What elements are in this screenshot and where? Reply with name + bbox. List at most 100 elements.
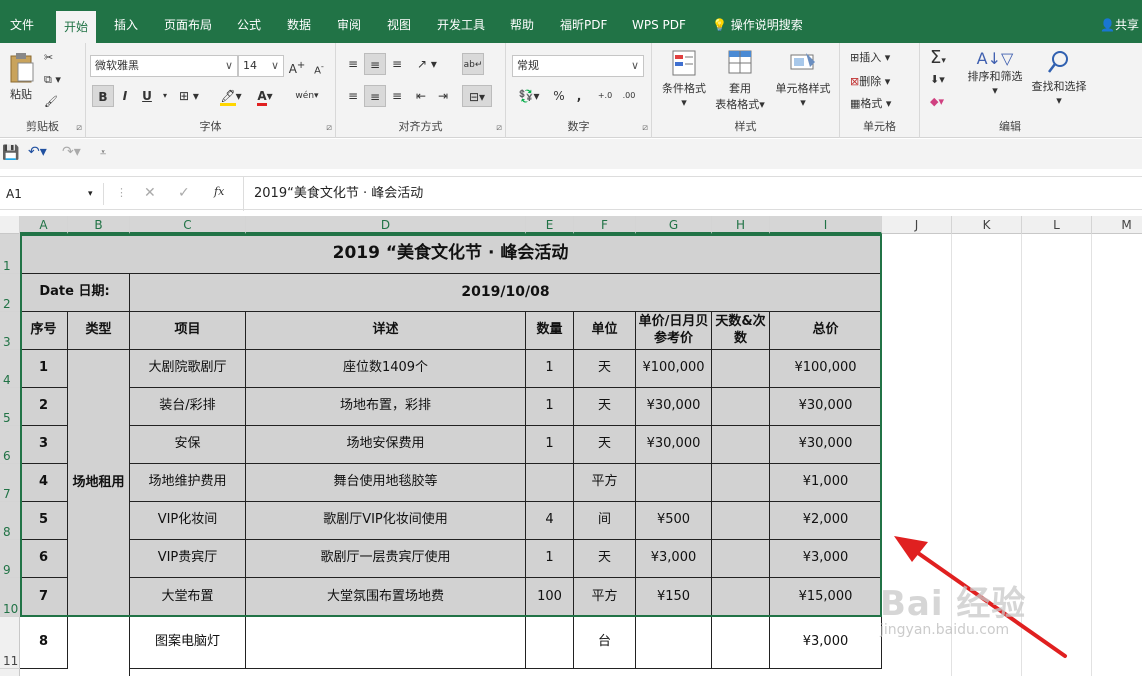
price-cell[interactable]: ¥150 — [636, 578, 712, 617]
qty-cell[interactable]: 100 — [526, 578, 574, 617]
header-cell[interactable]: 天数&次数 — [712, 312, 770, 350]
row-number-cell[interactable]: 5 — [20, 502, 68, 540]
underline-button[interactable]: U — [136, 85, 158, 107]
header-cell[interactable]: 单位 — [574, 312, 636, 350]
unit-cell[interactable]: 平方 — [574, 578, 636, 617]
font-launcher-icon[interactable]: ⧄ — [326, 123, 332, 133]
category-cell[interactable] — [68, 617, 130, 676]
copy-icon[interactable]: ⧉ ▾ — [44, 73, 61, 87]
desc-cell[interactable] — [246, 617, 526, 669]
days-cell[interactable] — [712, 464, 770, 502]
decrease-indent-icon[interactable]: ⇤ — [410, 85, 432, 107]
price-cell[interactable] — [636, 617, 712, 669]
clear-icon[interactable]: ◆▾ — [930, 95, 944, 108]
increase-decimal-icon[interactable]: +.0 — [594, 85, 616, 107]
days-cell[interactable] — [712, 578, 770, 617]
column-header[interactable]: A — [20, 216, 68, 234]
item-cell[interactable]: 图案电脑灯 — [130, 617, 246, 669]
comma-button[interactable]: , — [568, 85, 590, 107]
column-header[interactable]: C — [130, 216, 246, 234]
desc-cell[interactable]: 大堂氛围布置场地费 — [246, 578, 526, 617]
row-number-cell[interactable]: 2 — [20, 388, 68, 426]
sort-filter-button[interactable]: A↓▽ 排序和筛选 ▾ — [964, 49, 1026, 97]
format-as-table-button[interactable]: 套用 表格格式▾ — [710, 49, 770, 112]
clipboard-launcher-icon[interactable]: ⧄ — [76, 123, 82, 133]
cut-icon[interactable]: ✂ — [44, 51, 53, 64]
price-cell[interactable]: ¥500 — [636, 502, 712, 540]
days-cell[interactable] — [712, 617, 770, 669]
share-button[interactable]: 👤共享 — [1100, 7, 1139, 43]
font-color-icon[interactable]: A▾ — [250, 85, 280, 107]
total-cell[interactable]: ¥1,000 — [770, 464, 882, 502]
format-painter-icon[interactable]: 🖌 — [44, 95, 58, 108]
desc-cell[interactable]: 舞台使用地毯胶等 — [246, 464, 526, 502]
column-header[interactable]: M — [1092, 216, 1142, 234]
italic-button[interactable]: I — [114, 85, 136, 107]
unit-cell[interactable]: 天 — [574, 350, 636, 388]
row-header[interactable]: 9 — [0, 540, 20, 578]
format-cells-button[interactable]: ▦格式 ▾ — [850, 95, 891, 111]
item-cell[interactable]: 安保 — [130, 426, 246, 464]
column-header[interactable]: K — [952, 216, 1022, 234]
column-header[interactable]: D — [246, 216, 526, 234]
days-cell[interactable] — [712, 388, 770, 426]
number-launcher-icon[interactable]: ⧄ — [642, 123, 648, 133]
insert-function-button[interactable]: fx — [214, 185, 224, 198]
find-select-button[interactable]: 查找和选择 ▾ — [1028, 49, 1090, 107]
tab-home[interactable]: 开始 — [56, 11, 97, 43]
orientation-icon[interactable]: ↗ ▾ — [412, 53, 442, 75]
desc-cell[interactable]: 座位数1409个 — [246, 350, 526, 388]
desc-cell[interactable]: 歌剧厅VIP化妆间使用 — [246, 502, 526, 540]
unit-cell[interactable]: 台 — [574, 617, 636, 669]
desc-cell[interactable]: 场地安保费用 — [246, 426, 526, 464]
tell-me-search[interactable]: 💡 操作说明搜索 — [712, 7, 803, 43]
save-icon[interactable]: 💾 — [2, 145, 19, 161]
tab-formulas[interactable]: 公式 — [237, 7, 261, 43]
header-cell[interactable]: 项目 — [130, 312, 246, 350]
tab-insert[interactable]: 插入 — [114, 7, 138, 43]
fill-color-icon[interactable]: 🖊▾ — [216, 85, 246, 107]
desc-cell[interactable]: 场地布置，彩排 — [246, 388, 526, 426]
date-label[interactable]: Date 日期: — [20, 274, 130, 312]
chevron-down-icon[interactable]: ▾ — [158, 85, 172, 107]
desc-cell[interactable]: 歌剧厅一层贵宾厅使用 — [246, 540, 526, 578]
align-top-icon[interactable]: ≡ — [342, 53, 364, 75]
border-icon[interactable]: ⊞ ▾ — [174, 85, 204, 107]
align-left-icon[interactable]: ≡ — [342, 85, 364, 107]
header-cell[interactable]: 数量 — [526, 312, 574, 350]
customize-qat-icon[interactable]: ⩡ — [100, 146, 106, 160]
row-header[interactable]: 1 — [0, 234, 20, 274]
decrease-decimal-icon[interactable]: .00 — [618, 85, 640, 107]
unit-cell[interactable]: 平方 — [574, 464, 636, 502]
column-header[interactable]: J — [882, 216, 952, 234]
merge-center-icon[interactable]: ⊟▾ — [462, 85, 492, 107]
tab-foxit-pdf[interactable]: 福昕PDF — [560, 7, 607, 43]
align-bottom-icon[interactable]: ≡ — [386, 53, 408, 75]
alignment-launcher-icon[interactable]: ⧄ — [496, 123, 502, 133]
formula-input[interactable]: 2019“美食文化节 · 峰会活动 — [243, 177, 1142, 211]
price-cell[interactable] — [636, 464, 712, 502]
header-cell[interactable]: 类型 — [68, 312, 130, 350]
item-cell[interactable]: VIP化妆间 — [130, 502, 246, 540]
cancel-icon[interactable]: ✕ — [144, 185, 156, 201]
column-header[interactable]: F — [574, 216, 636, 234]
row-header[interactable]: 4 — [0, 350, 20, 388]
autosum-icon[interactable]: Σ▾ — [930, 47, 946, 68]
price-cell[interactable]: ¥100,000 — [636, 350, 712, 388]
total-cell[interactable]: ¥15,000 — [770, 578, 882, 617]
days-cell[interactable] — [712, 540, 770, 578]
item-cell[interactable]: 场地维护费用 — [130, 464, 246, 502]
row-number-cell[interactable]: 1 — [20, 350, 68, 388]
price-cell[interactable]: ¥30,000 — [636, 426, 712, 464]
tab-review[interactable]: 审阅 — [337, 7, 361, 43]
name-box[interactable]: A1 ▾ — [0, 183, 104, 205]
row-header[interactable]: 6 — [0, 426, 20, 464]
row-number-cell[interactable]: 3 — [20, 426, 68, 464]
tab-wps-pdf[interactable]: WPS PDF — [632, 7, 686, 43]
insert-cells-button[interactable]: ⊞插入 ▾ — [850, 49, 890, 65]
row-number-cell[interactable]: 6 — [20, 540, 68, 578]
item-cell[interactable]: 装台/彩排 — [130, 388, 246, 426]
align-center-icon[interactable]: ≡ — [364, 85, 386, 107]
qty-cell[interactable]: 4 — [526, 502, 574, 540]
fill-icon[interactable]: ⬇▾ — [930, 73, 945, 86]
